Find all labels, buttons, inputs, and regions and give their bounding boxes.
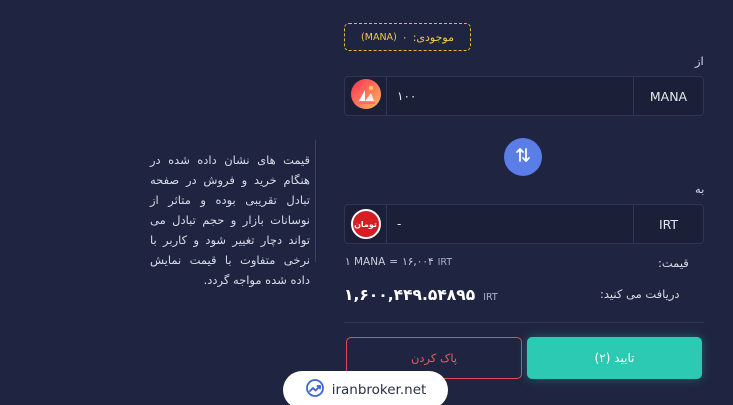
- rate-unit: IRT: [437, 257, 453, 268]
- rate-amount: ۱۶,۰۰۴: [402, 256, 434, 268]
- rate-base: ۱ MANA: [345, 256, 386, 268]
- rate-value: ۱ MANA = ۱۶,۰۰۴ IRT: [345, 256, 452, 268]
- chart-trend-icon: [305, 378, 325, 402]
- from-ticker[interactable]: MANA: [633, 77, 703, 115]
- to-label: به: [695, 182, 705, 196]
- swap-button[interactable]: [504, 138, 542, 176]
- horizontal-divider: [344, 322, 704, 323]
- balance-value: ۰: [401, 30, 408, 44]
- balance-badge: موجودی: ۰ (MANA): [344, 23, 471, 51]
- toman-icon-text: تومان: [354, 219, 377, 229]
- from-field[interactable]: ۱۰۰ MANA: [344, 76, 704, 116]
- vertical-divider: [315, 140, 316, 262]
- price-disclaimer: قیمت های نشان داده شده در هنگام خرید و ف…: [150, 153, 310, 287]
- to-ticker[interactable]: IRT: [633, 205, 703, 243]
- to-amount-input[interactable]: -: [387, 217, 633, 231]
- receive-unit: IRT: [483, 292, 498, 303]
- price-label: قیمت:: [658, 256, 689, 270]
- watermark-text: iranbroker.net: [331, 382, 427, 398]
- receive-amount: ۱,۶۰۰,۴۴۹.۵۴۸۹۵: [344, 286, 476, 304]
- confirm-button[interactable]: تایید (۲): [527, 337, 702, 379]
- from-coin[interactable]: [345, 77, 387, 115]
- watermark: iranbroker.net: [283, 371, 448, 405]
- balance-label: موجودی:: [412, 30, 454, 44]
- from-amount-input[interactable]: ۱۰۰: [387, 89, 633, 103]
- receive-value: ۱,۶۰۰,۴۴۹.۵۴۸۹۵ IRT: [344, 286, 498, 304]
- toman-icon: تومان: [350, 209, 381, 239]
- receive-label: دریافت می کنید:: [600, 287, 680, 301]
- balance-unit: (MANA): [361, 31, 397, 43]
- swap-arrows-icon: [514, 146, 532, 168]
- decentraland-icon: [350, 79, 381, 113]
- to-coin[interactable]: تومان: [345, 205, 387, 243]
- from-label: از: [695, 54, 704, 68]
- to-field[interactable]: تومان - IRT: [344, 204, 704, 244]
- rate-eq: =: [389, 256, 399, 268]
